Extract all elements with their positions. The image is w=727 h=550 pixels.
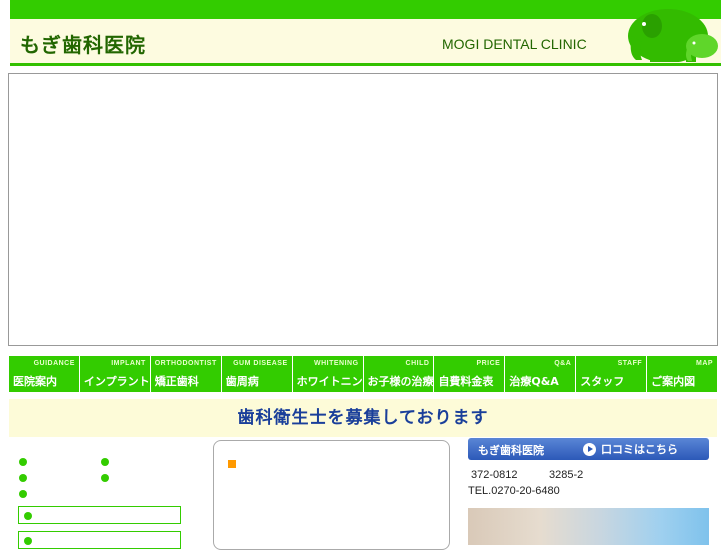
nav-item-en: Q&A <box>554 360 572 367</box>
nav-item-en: IMPLANT <box>111 360 146 367</box>
left-sidebar <box>18 455 183 549</box>
nav-item-ja: お子様の治療 <box>367 375 434 388</box>
nav-item-ja: ホワイトニング <box>296 375 374 388</box>
main-slideshow <box>8 73 718 346</box>
play-arrow-icon <box>583 442 596 456</box>
sidebar-link-box[interactable] <box>18 531 181 549</box>
review-button[interactable]: 口コミはこちら <box>583 441 678 457</box>
nav-item-ja: 矯正歯科 <box>154 375 199 388</box>
nav-item-ja: 治療Q&A <box>509 375 559 388</box>
bullet-dot-icon <box>101 458 109 466</box>
nav-item-en: PRICE <box>476 360 501 367</box>
bullet-dot-icon <box>19 458 27 466</box>
global-nav: GUIDANCE 医院案内 IMPLANT インプラント ORTHODONTIS… <box>9 356 718 392</box>
nav-item-en: MAP <box>696 360 714 367</box>
recruit-banner[interactable]: 歯科衛生士を募集しております <box>9 399 717 437</box>
nav-item-orthodontist[interactable]: ORTHODONTIST 矯正歯科 <box>150 356 222 392</box>
clinic-info-bar: もぎ歯科医院 口コミはこちら <box>468 438 709 460</box>
bullet-dot-icon <box>19 490 27 498</box>
nav-item-child[interactable]: CHILD お子様の治療 <box>363 356 435 392</box>
nav-item-ja: インプラント <box>83 375 150 388</box>
nav-item-en: STAFF <box>617 360 643 367</box>
bullet-dot-icon <box>24 537 32 545</box>
nav-item-ja: 歯周病 <box>225 375 259 388</box>
bullet-dot-icon <box>24 512 32 520</box>
nav-item-staff[interactable]: STAFF スタッフ <box>576 356 648 392</box>
bullet-dot-icon <box>19 474 27 482</box>
nav-item-ja: 自費料金表 <box>438 375 494 388</box>
news-bullet-icon <box>228 460 236 468</box>
nav-item-gum-disease[interactable]: GUM DISEASE 歯周病 <box>221 356 293 392</box>
nav-item-en: ORTHODONTIST <box>154 360 217 367</box>
nav-item-en: WHITENING <box>313 360 359 367</box>
nav-item-en: GUM DISEASE <box>233 360 288 367</box>
nav-item-price[interactable]: PRICE 自費料金表 <box>434 356 506 392</box>
logo-japanese[interactable]: もぎ歯科医院 <box>20 29 146 58</box>
logo-english: MOGI DENTAL CLINIC <box>442 36 587 52</box>
postal-code: 372-0812 <box>471 469 518 481</box>
nav-item-ja: ご案内図 <box>651 375 696 388</box>
clinic-name: もぎ歯科医院 <box>478 444 544 457</box>
sidebar-link-box[interactable] <box>18 506 181 524</box>
right-sidebar: もぎ歯科医院 口コミはこちら 372-0812 3285-2 TEL.0270-… <box>468 438 709 545</box>
bullet-dot-icon <box>101 474 109 482</box>
nav-item-whitening[interactable]: WHITENING ホワイトニング <box>292 356 374 392</box>
address-number: 3285-2 <box>549 469 584 481</box>
nav-item-implant[interactable]: IMPLANT インプラント <box>79 356 151 392</box>
nav-item-en: CHILD <box>405 360 430 367</box>
nav-item-qa[interactable]: Q&A 治療Q&A <box>505 356 577 392</box>
nav-item-ja: 医院案内 <box>13 375 57 388</box>
header-top-bar <box>10 0 721 19</box>
nav-item-map[interactable]: MAP ご案内図 <box>647 356 718 392</box>
nav-item-en: GUIDANCE <box>33 360 75 367</box>
site-header: もぎ歯科医院 MOGI DENTAL CLINIC <box>10 0 721 66</box>
nav-item-ja: スタッフ <box>580 375 625 388</box>
elephant-icon <box>628 9 718 62</box>
telephone: TEL.0270-20-6480 <box>468 485 560 497</box>
nav-item-guidance[interactable]: GUIDANCE 医院案内 <box>9 356 80 392</box>
review-button-label: 口コミはこちら <box>601 443 678 456</box>
clinic-photo <box>468 508 709 545</box>
recruit-banner-text: 歯科衛生士を募集しております <box>237 408 489 428</box>
news-panel <box>213 440 450 550</box>
